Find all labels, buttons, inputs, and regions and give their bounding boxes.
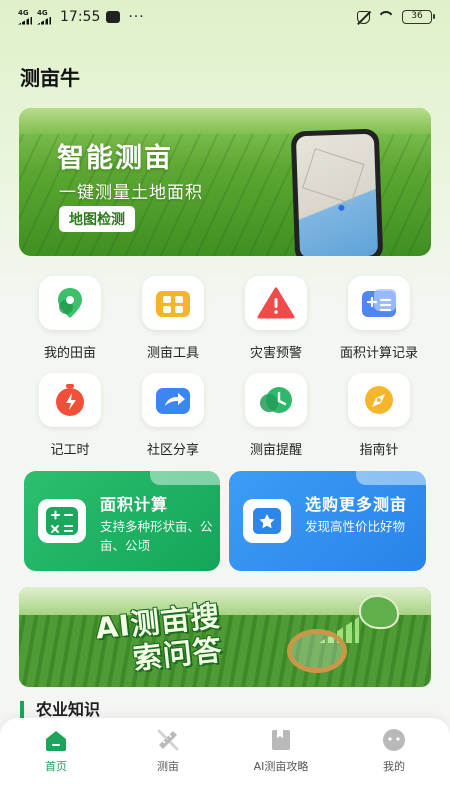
grid-item-tools[interactable]: 测亩工具 (123, 276, 223, 361)
book-icon (268, 728, 294, 752)
grid-label: 指南针 (359, 443, 399, 458)
banner-subtitle: 一键测量土地面积 (59, 183, 203, 203)
tab-label: 我的 (383, 760, 405, 773)
card-description: 发现高性价比好物 (305, 519, 406, 534)
tab-label: 测亩 (157, 760, 179, 773)
share-icon (142, 373, 204, 427)
battery-icon: 36 (402, 10, 435, 24)
grid-label: 测亩工具 (146, 346, 199, 361)
toolbox-icon (142, 276, 204, 330)
tab-ai-guide[interactable]: AI测亩攻略 (225, 728, 337, 774)
card-title: 面积计算 (100, 495, 169, 514)
card-description: 支持多种形状亩、公亩、公顷 (100, 519, 213, 553)
shop-more-card[interactable]: 选购更多测亩 发现高性价比好物 (229, 471, 426, 571)
card-corner-decor (150, 471, 220, 485)
message-icon (106, 11, 121, 23)
card-title: 选购更多测亩 (305, 495, 408, 514)
grid-label: 我的田亩 (43, 346, 96, 361)
star-bookmark-icon (243, 499, 291, 543)
compass-icon (348, 373, 410, 427)
cellular-signal-icon: 4G (18, 9, 32, 25)
wifi-icon (378, 11, 394, 23)
warning-icon (245, 276, 307, 330)
calculator-record-icon (348, 276, 410, 330)
tab-label: 首页 (45, 760, 67, 773)
grid-item-reminder[interactable]: 测亩提醒 (226, 373, 326, 458)
ai-qa-banner[interactable]: AI测亩搜 索问答 (19, 587, 431, 687)
grid-item-area-records[interactable]: 面积计算记录 (329, 276, 429, 361)
mute-bell-icon (357, 10, 370, 24)
card-corner-decor (356, 471, 426, 485)
clock-icon (245, 373, 307, 427)
grid-label: 记工时 (50, 443, 90, 458)
more-dots-icon: ··· (128, 9, 145, 25)
grid-label: 测亩提醒 (249, 443, 302, 458)
app-title: 测亩牛 (20, 66, 80, 90)
ai-banner-text: AI测亩搜 索问答 (94, 599, 226, 680)
magnifier-icon (287, 629, 347, 673)
status-bar: 4G 4G 17:55 ··· 36 (0, 0, 450, 34)
grid-item-community-share[interactable]: 社区分享 (123, 373, 223, 458)
calculator-icon (38, 499, 86, 543)
bottom-tab-bar: 首页 测亩 AI测亩攻略 我的 (0, 718, 450, 800)
tab-home[interactable]: 首页 (0, 728, 112, 774)
grid-label: 社区分享 (146, 443, 199, 458)
tab-measure[interactable]: 测亩 (112, 728, 224, 774)
home-icon (43, 728, 69, 752)
map-pin-icon (39, 276, 101, 330)
grid-item-work-hours[interactable]: 记工时 (20, 373, 120, 458)
tab-mine[interactable]: 我的 (338, 728, 450, 774)
cellular-signal-icon: 4G (37, 9, 51, 25)
grid-item-disaster-warning[interactable]: 灾害预警 (226, 276, 326, 361)
phone-map-illustration (290, 128, 384, 256)
tab-label: AI测亩攻略 (253, 760, 309, 773)
smiley-icon (381, 728, 407, 752)
hero-banner[interactable]: 智能测亩 一键测量土地面积 地图检测 (19, 108, 431, 256)
map-detect-button[interactable]: 地图检测 (59, 206, 135, 232)
clock-time: 17:55 (60, 9, 101, 25)
ruler-icon (155, 728, 181, 752)
grid-label: 灾害预警 (249, 346, 302, 361)
grid-item-compass[interactable]: 指南针 (329, 373, 429, 458)
grid-label: 面积计算记录 (339, 346, 418, 361)
banner-headline: 智能测亩 (57, 143, 173, 174)
stopwatch-icon (39, 373, 101, 427)
area-calculation-card[interactable]: 面积计算 支持多种形状亩、公亩、公顷 (24, 471, 220, 571)
brain-icon (359, 595, 399, 629)
grid-item-my-fields[interactable]: 我的田亩 (20, 276, 120, 361)
section-title-agri-knowledge: 农业知识 (20, 701, 100, 719)
